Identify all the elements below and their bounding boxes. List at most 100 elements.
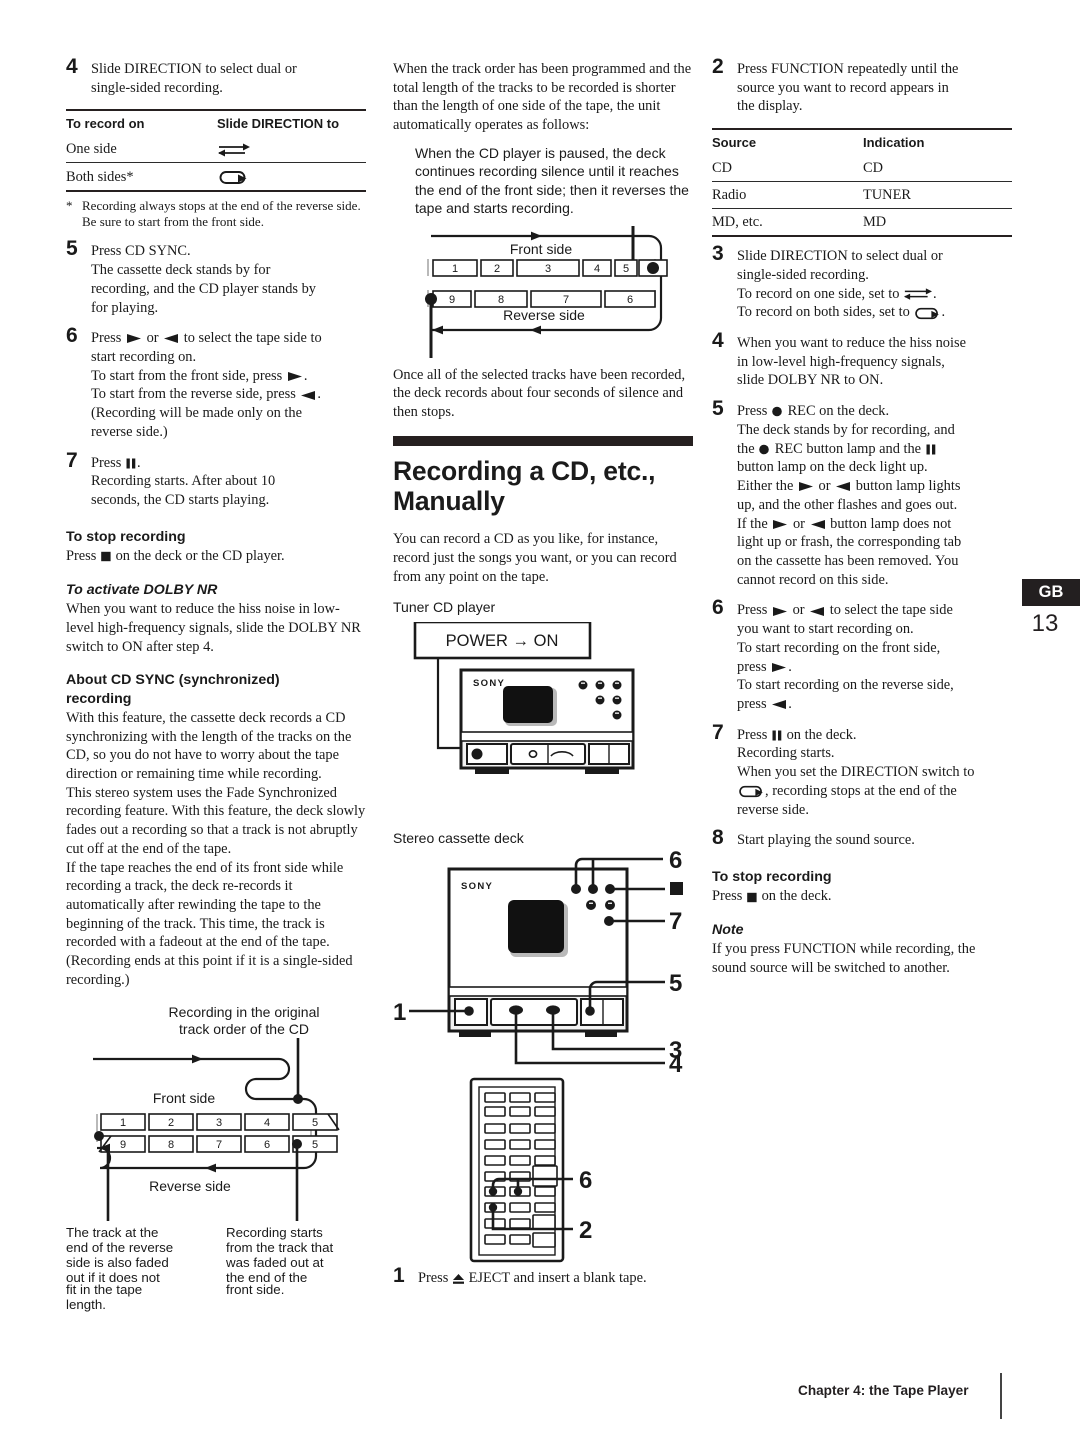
step-line: (Recording will be made only on the	[91, 405, 303, 422]
table-cell	[204, 136, 366, 164]
front-track: 4	[594, 263, 600, 275]
callout-6: 6	[579, 1167, 592, 1194]
front-side-label: Front side	[510, 241, 572, 257]
table-cell: MD	[850, 208, 1012, 238]
diagram-note-right: was faded out at	[225, 1255, 324, 1270]
stop-square-icon	[670, 882, 683, 896]
table-row: Both sides*	[66, 162, 366, 192]
text-fragment: on the deck.	[757, 888, 832, 905]
text-fragment: .	[788, 695, 792, 712]
play-forward-icon	[286, 371, 304, 382]
step-line: slide DOLBY NR to ON.	[737, 372, 884, 389]
step-line: Press on the deck.	[737, 726, 1012, 745]
column-left: 4 Slide DIRECTION to select dual or sing…	[66, 56, 366, 1312]
step-line: press .	[737, 695, 1012, 714]
step-7-press-pause: 7 Press on the deck. Recording starts. W…	[712, 722, 1012, 820]
text-fragment: button lamp lights	[852, 478, 961, 495]
step-line: Press EJECT and insert a blank tape.	[418, 1269, 693, 1288]
step-line: for playing.	[91, 299, 159, 316]
step-8-play-source: 8 Start playing the sound source.	[712, 827, 1012, 850]
record-dot-icon	[758, 444, 771, 455]
step-line: Recording starts.	[737, 745, 835, 762]
step-line: Press or to select the tape side	[737, 601, 1012, 620]
play-reverse-icon	[834, 481, 852, 492]
step-line: button lamp on the deck light up.	[737, 459, 928, 476]
footnote-marker: *	[66, 197, 73, 213]
step-line: the REC button lamp and the	[737, 440, 1012, 459]
direction-one-side-icon	[903, 287, 933, 301]
diagram-note-left: end of the reverse	[66, 1240, 173, 1255]
text-fragment: REC on the deck.	[783, 403, 890, 420]
cdsync-heading-line2: recording	[66, 690, 132, 707]
front-track: 5	[312, 1117, 318, 1129]
callout-7: 7	[669, 908, 682, 935]
table-cell: TUNER	[850, 181, 1012, 210]
step-number: 6	[66, 324, 78, 348]
reverse-track: 6	[627, 294, 633, 306]
text-fragment: Press	[91, 454, 125, 471]
diagram-note-left: side is also faded	[66, 1255, 169, 1270]
reverse-track: 7	[563, 294, 569, 306]
step-number: 8	[712, 826, 724, 850]
step-number: 4	[66, 55, 78, 78]
front-track: 1	[452, 263, 458, 275]
front-track: 2	[168, 1117, 174, 1129]
step-number: 4	[712, 329, 724, 353]
table-header-row: Source Indication	[712, 128, 1012, 156]
stop-recording-heading: To stop recording	[66, 528, 186, 545]
step-line: The deck stands by for recording, and	[737, 421, 955, 438]
diagram-note-left: The track at the	[66, 1225, 158, 1240]
step-3-direction: 3 Slide DIRECTION to select dual or sing…	[712, 243, 1012, 322]
step-line: recording, and the CD player stands by	[91, 280, 316, 297]
step-number: 5	[712, 397, 724, 421]
page-number: 13	[1031, 610, 1059, 637]
step-line: To start from the front side, press .	[91, 367, 366, 386]
step-line: in low-level high-frequency signals,	[737, 353, 945, 370]
front-track: 1	[120, 1117, 126, 1129]
stop-recording-text: Press on the deck or the CD player.	[66, 547, 366, 566]
indent-paragraph: When the CD player is paused, the deck c…	[415, 144, 689, 217]
step-line: To record on both sides, set to .	[737, 303, 1012, 322]
step-4-dolby: 4 When you want to reduce the hiss noise…	[712, 330, 1012, 390]
text-fragment: .	[136, 454, 141, 471]
text-fragment: .	[933, 285, 937, 302]
eject-icon	[452, 1273, 465, 1285]
tuner-cd-player-label: Tuner CD player	[393, 599, 496, 616]
cdsync-heading-line1: About CD SYNC (synchronized)	[66, 672, 280, 689]
direction-both-sides-icon	[217, 169, 249, 186]
text-fragment: .	[788, 658, 792, 675]
step-line: The cassette deck stands by for	[91, 262, 271, 279]
text-fragment: To record on both sides, set to	[737, 304, 914, 321]
text-fragment: .	[303, 367, 308, 384]
text-fragment: Press	[737, 403, 771, 420]
text-fragment: or	[142, 330, 163, 347]
reverse-track: 9	[449, 294, 455, 306]
play-forward-icon	[771, 519, 789, 530]
callout-1: 1	[393, 999, 406, 1026]
pause-icon	[771, 730, 783, 741]
text-fragment: or	[789, 515, 809, 532]
front-track: 3	[545, 263, 551, 275]
brand-label: SONY	[461, 881, 493, 892]
step-line: press .	[737, 658, 1012, 677]
record-dot-icon	[771, 406, 784, 417]
table-header-cell: Source	[712, 128, 850, 156]
text-fragment: REC button lamp and the	[771, 440, 925, 457]
step-number: 5	[66, 237, 78, 261]
table-cell: Radio	[712, 181, 850, 210]
step-line: To start recording on the front side,	[737, 639, 941, 656]
text-fragment: on the deck or the CD player.	[111, 548, 285, 565]
step-number: 6	[712, 596, 724, 620]
play-reverse-icon	[299, 390, 317, 401]
reverse-track: 9	[120, 1139, 126, 1151]
step-line: on the cassette has been removed. You	[737, 552, 959, 569]
text-fragment: to select the tape side to	[180, 330, 322, 347]
note-heading: Note	[712, 922, 744, 939]
front-side-label: Front side	[153, 1090, 215, 1106]
text-fragment: the	[737, 440, 759, 457]
stereo-cassette-deck-illustration: SONY 6 7 5 1 3 4	[393, 849, 693, 1079]
step-line: you want to start recording on.	[737, 621, 914, 638]
step-line: To start from the reverse side, press .	[91, 385, 366, 404]
step-line: When you want to reduce the hiss noise	[737, 335, 966, 352]
play-reverse-icon	[808, 606, 826, 617]
